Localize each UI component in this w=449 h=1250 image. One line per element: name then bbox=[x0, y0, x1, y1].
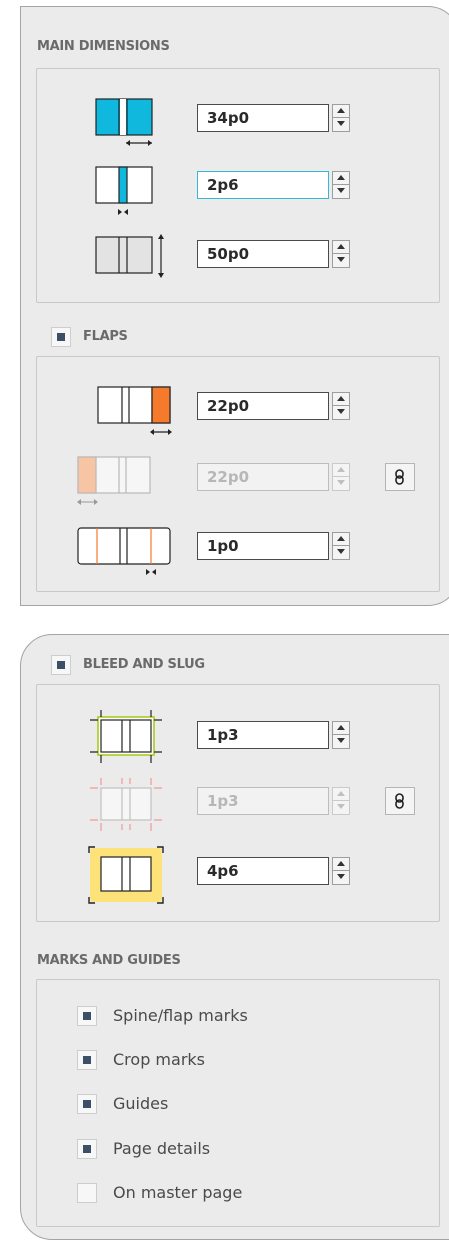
flaps-checkbox[interactable] bbox=[51, 327, 71, 347]
front-flap-diagram-icon bbox=[97, 386, 172, 435]
link-chain-icon bbox=[395, 793, 404, 809]
guides-checkbox[interactable] bbox=[77, 1094, 97, 1114]
flap-fold-stepper[interactable] bbox=[332, 532, 350, 560]
width-field[interactable]: 34p0 bbox=[197, 104, 329, 132]
main-dimensions-title: MAIN DIMENSIONS bbox=[37, 39, 170, 54]
link-bleed-button[interactable] bbox=[385, 787, 415, 815]
back-flap-diagram-icon bbox=[77, 456, 151, 505]
marks-guides-box: Spine/flap marks Crop marks Guides Page … bbox=[36, 979, 440, 1227]
height-diagram-icon bbox=[95, 234, 164, 278]
link-chain-icon bbox=[395, 469, 404, 485]
bleed-slug-checkbox[interactable] bbox=[51, 655, 71, 675]
height-stepper[interactable] bbox=[332, 240, 350, 268]
flap-fold-field[interactable]: 1p0 bbox=[197, 532, 329, 560]
bleed-diagram-icon bbox=[90, 710, 162, 763]
front-flap-stepper[interactable] bbox=[332, 392, 350, 420]
guides-label: Guides bbox=[113, 1094, 169, 1113]
page-details-checkbox[interactable] bbox=[77, 1139, 97, 1159]
spine-flap-marks-label: Spine/flap marks bbox=[113, 1006, 248, 1025]
link-flaps-button[interactable] bbox=[385, 463, 415, 491]
back-flap-stepper[interactable] bbox=[332, 463, 350, 491]
bleed-marks-panel: BLEED AND SLUG 1p3 1p3 4p6 MARKS AND GUI… bbox=[20, 634, 449, 1240]
slug-field[interactable]: 4p6 bbox=[197, 857, 329, 885]
dimensions-panel: MAIN DIMENSIONS 34p0 2p6 50p0 FLAPS 22p0… bbox=[20, 6, 449, 606]
main-dimensions-box: 34p0 2p6 50p0 bbox=[36, 68, 440, 303]
width-stepper[interactable] bbox=[332, 104, 350, 132]
stepper-up-icon[interactable] bbox=[337, 108, 345, 113]
on-master-page-checkbox[interactable] bbox=[77, 1183, 97, 1203]
bleed-stepper[interactable] bbox=[332, 721, 350, 749]
stepper-down-icon[interactable] bbox=[337, 121, 345, 126]
crop-marks-checkbox[interactable] bbox=[77, 1050, 97, 1070]
height-field[interactable]: 50p0 bbox=[197, 240, 329, 268]
flaps-box: 22p0 22p0 1p0 bbox=[36, 356, 440, 592]
spine-field[interactable]: 2p6 bbox=[197, 171, 329, 199]
page-details-label: Page details bbox=[113, 1139, 211, 1158]
back-flap-field[interactable]: 22p0 bbox=[197, 463, 329, 491]
spine-stepper[interactable] bbox=[332, 171, 350, 199]
front-flap-field[interactable]: 22p0 bbox=[197, 392, 329, 420]
spine-flap-marks-checkbox[interactable] bbox=[77, 1006, 97, 1026]
width-diagram-icon bbox=[95, 98, 153, 146]
bleed-slug-box: 1p3 1p3 4p6 bbox=[36, 684, 440, 922]
slug-stepper[interactable] bbox=[332, 857, 350, 885]
slug-diagram-icon bbox=[88, 846, 164, 904]
bleed-slug-title: BLEED AND SLUG bbox=[83, 657, 205, 672]
crop-marks-label: Crop marks bbox=[113, 1050, 205, 1069]
flaps-title: FLAPS bbox=[83, 329, 128, 344]
on-master-page-label: On master page bbox=[113, 1183, 243, 1202]
flap-fold-diagram-icon bbox=[77, 527, 171, 575]
spine-diagram-icon bbox=[95, 166, 153, 215]
bleed-inside-field[interactable]: 1p3 bbox=[197, 787, 329, 815]
marks-guides-title: MARKS AND GUIDES bbox=[37, 953, 181, 968]
bleed-inside-diagram-icon bbox=[90, 778, 162, 831]
bleed-field[interactable]: 1p3 bbox=[197, 721, 329, 749]
bleed-inside-stepper[interactable] bbox=[332, 787, 350, 815]
